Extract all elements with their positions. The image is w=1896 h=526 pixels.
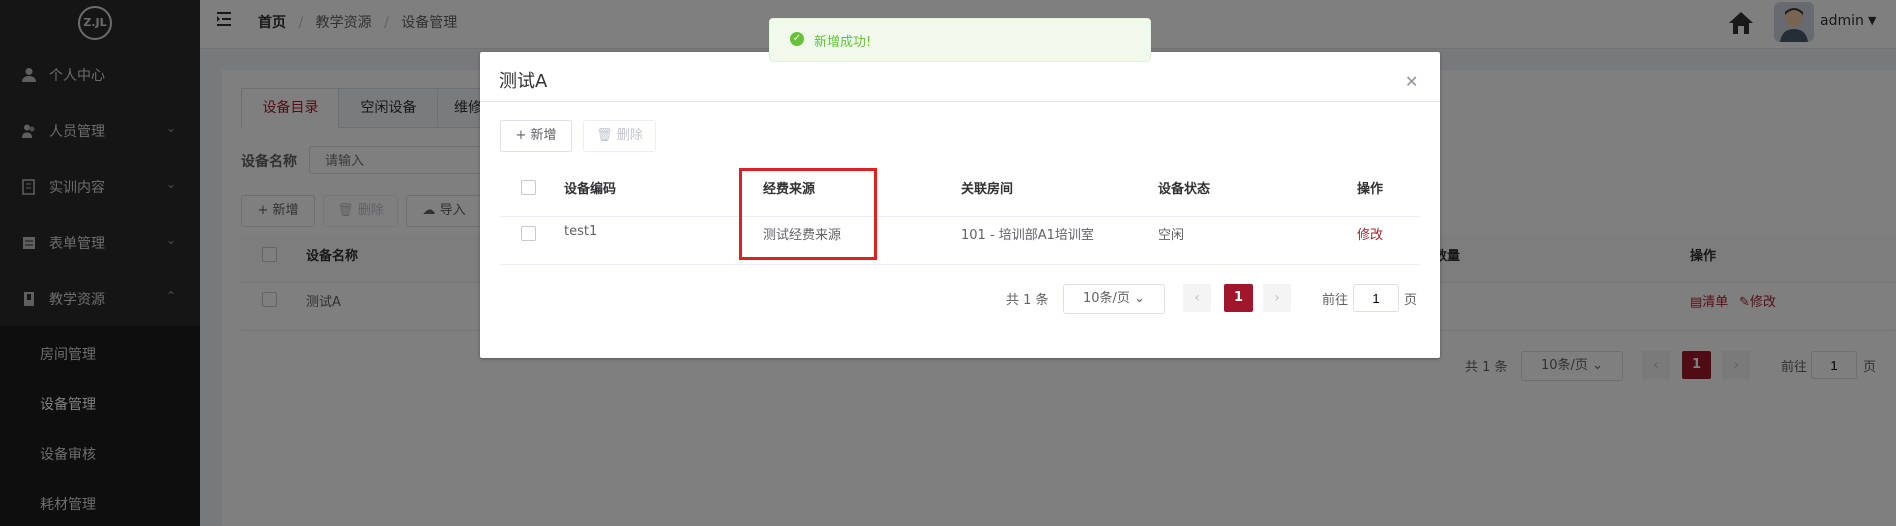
dialog-delete-label: 删除 <box>616 128 643 143</box>
dialog-delete-button[interactable]: 🗑 删除 <box>583 120 656 152</box>
dialog-row-checkbox[interactable] <box>521 226 536 241</box>
dialog-page-number-current[interactable]: 1 <box>1224 284 1253 312</box>
row-code: test1 <box>564 224 598 239</box>
success-toast: ✓ 新增成功! <box>769 18 1151 62</box>
dialog-table-row <box>500 216 1420 265</box>
dialog-page-size-select[interactable]: 10条/页 ⌄ <box>1063 284 1165 314</box>
dialog-add-button[interactable]: + 新增 <box>500 120 572 152</box>
dialog-page-unit: 页 <box>1404 293 1418 308</box>
close-icon[interactable]: ✕ <box>1405 72 1418 91</box>
chevron-down-icon: ⌄ <box>1134 291 1145 306</box>
column-header-actions: 操作 <box>1357 182 1384 197</box>
dialog-pager-total: 共 1 条 <box>1006 293 1049 308</box>
column-header-code: 设备编码 <box>564 182 617 197</box>
row-status: 空闲 <box>1158 228 1185 243</box>
dialog-goto-page-input[interactable] <box>1353 284 1399 312</box>
equipment-dialog: 测试A ✕ + 新增 🗑 删除 设备编码 经费来源 关联房间 设备状态 操作 t… <box>480 52 1440 358</box>
row-edit-link[interactable]: 修改 <box>1357 224 1383 243</box>
dialog-goto-label: 前往 <box>1322 293 1349 308</box>
highlight-box <box>739 168 877 260</box>
dialog-select-all-checkbox[interactable] <box>521 180 536 195</box>
toast-message: 新增成功! <box>814 35 872 50</box>
row-room: 101 - 培训部A1培训室 <box>961 228 1094 243</box>
trash-icon: 🗑 <box>596 128 617 143</box>
dialog-divider <box>480 101 1440 102</box>
dialog-title: 测试A <box>499 71 548 92</box>
check-circle-icon: ✓ <box>790 32 804 46</box>
dialog-page-size-value: 10条/页 <box>1083 291 1130 306</box>
column-header-room: 关联房间 <box>961 182 1014 197</box>
plus-icon: + <box>515 128 531 143</box>
column-header-status: 设备状态 <box>1158 182 1211 197</box>
dialog-next-page-button[interactable]: › <box>1263 284 1291 312</box>
dialog-prev-page-button[interactable]: ‹ <box>1183 284 1211 312</box>
dialog-add-label: 新增 <box>530 128 557 143</box>
dialog-table-header <box>500 168 1420 217</box>
